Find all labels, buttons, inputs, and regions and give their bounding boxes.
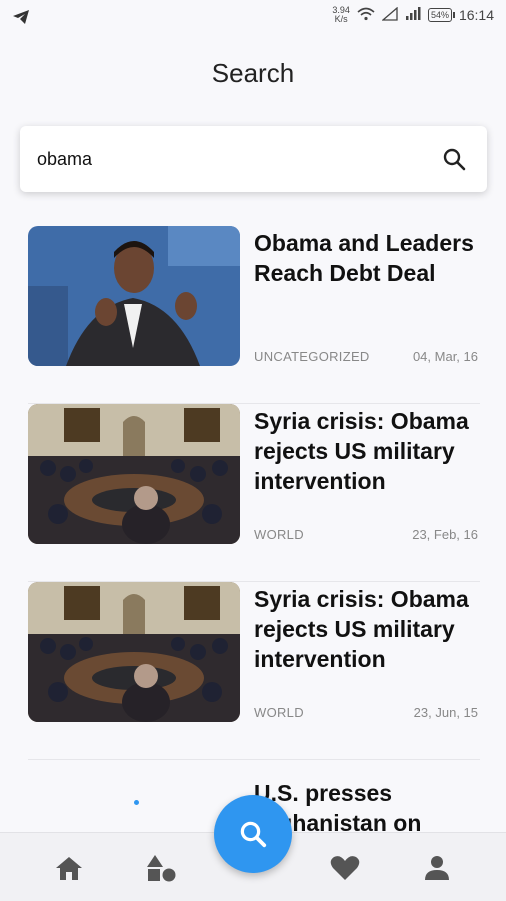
article-thumbnail [28,582,240,722]
search-input[interactable] [35,147,439,171]
signal-empty-icon [381,6,398,24]
signal-bars-icon [405,6,421,24]
search-icon [443,148,466,171]
battery-icon: 54% [427,8,455,22]
network-speed: 3.94 K/s [332,6,350,24]
profile-icon[interactable] [420,851,454,885]
loading-indicator [134,800,139,805]
categories-icon[interactable] [144,851,178,885]
telegram-icon [12,9,30,30]
network-speed-unit: K/s [334,14,348,24]
article-category: WORLD [254,527,304,542]
status-bar: 3.94 K/s 54% 16:14 [0,0,506,34]
search-submit-button[interactable] [439,144,469,174]
clock: 16:14 [458,7,494,23]
article-title[interactable]: Obama and Leaders Reach Debt Deal [254,228,482,288]
article-thumbnail [28,404,240,544]
list-item[interactable]: Syria crisis: Obama rejects US military … [28,582,480,760]
search-icon [240,821,267,848]
heart-icon[interactable] [328,851,362,885]
search-box [20,126,487,192]
article-category: WORLD [254,705,304,720]
list-item[interactable]: Syria crisis: Obama rejects US military … [28,404,480,582]
search-results-list: Obama and Leaders Reach Debt Deal UNCATE… [28,226,480,870]
article-date: 23, Jun, 15 [413,705,478,720]
article-date: 04, Mar, 16 [412,349,478,364]
article-title[interactable]: Syria crisis: Obama rejects US military … [254,406,482,496]
article-category: UNCATEGORIZED [254,349,370,364]
page-title: Search [211,58,295,88]
article-thumbnail [28,226,240,366]
article-title[interactable]: Syria crisis: Obama rejects US military … [254,584,482,674]
article-date: 23, Feb, 16 [412,527,478,542]
search-tab-button[interactable] [214,795,292,873]
home-icon[interactable] [52,851,86,885]
wifi-icon [357,7,375,24]
list-item[interactable]: Obama and Leaders Reach Debt Deal UNCATE… [28,226,480,404]
